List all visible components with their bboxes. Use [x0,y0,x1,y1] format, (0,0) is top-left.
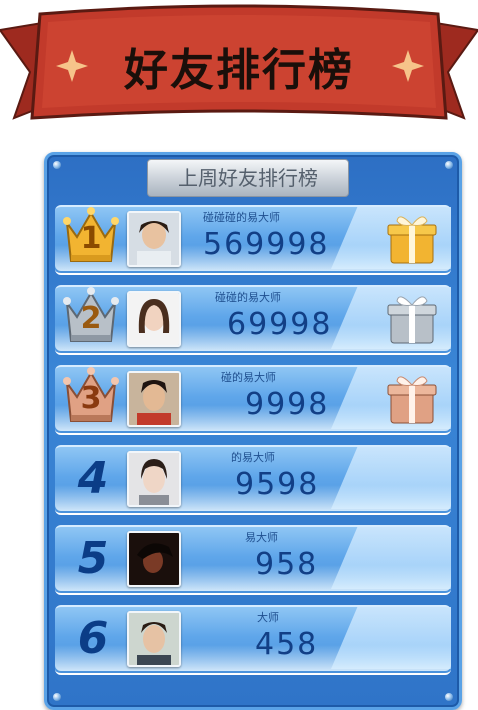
rank-row-6[interactable]: 6 大师 458 [55,605,451,675]
rank-row-3[interactable]: 3 碰的易大师 9998 [55,365,451,435]
player-name: 大师 [257,611,279,624]
board-title: 上周好友排行榜 [147,159,349,197]
header-banner: 好友排行榜 [0,0,478,140]
rank-number: 1 [80,221,102,256]
rank-number: 3 [80,381,102,416]
avatar[interactable] [127,611,181,667]
player-name: 碰碰的易大师 [215,291,281,304]
player-name: 碰碰碰的易大师 [203,211,280,224]
leaderboard-panel: 上周好友排行榜 1 碰碰碰的易大师 569998 2 碰碰的易大师 69998 … [44,152,462,710]
player-score: 958 [255,547,319,582]
rivet-icon [53,693,61,701]
player-name: 碰的易大师 [221,371,276,384]
rank-number: 5 [77,533,109,584]
rivet-icon [445,693,453,701]
gold-gift-icon[interactable] [383,209,441,267]
silver-gift-icon[interactable] [383,289,441,347]
player-score: 458 [255,627,319,662]
rank-row-2[interactable]: 2 碰碰的易大师 69998 [55,285,451,355]
avatar[interactable] [127,531,181,587]
player-score: 9998 [245,387,330,422]
rank-row-1[interactable]: 1 碰碰碰的易大师 569998 [55,205,451,275]
bronze-gift-icon[interactable] [383,369,441,427]
player-score: 9598 [235,467,320,502]
banner-title: 好友排行榜 [124,45,354,96]
rivet-icon [445,161,453,169]
avatar[interactable] [127,211,181,267]
rank-number: 2 [80,301,102,336]
avatar[interactable] [127,451,181,507]
player-score: 569998 [203,227,330,262]
rank-row-5[interactable]: 5 易大师 958 [55,525,451,595]
rivet-icon [53,161,61,169]
rank-number: 4 [77,453,109,504]
rank-row-4[interactable]: 4 的易大师 9598 [55,445,451,515]
player-score: 69998 [227,307,333,342]
avatar[interactable] [127,371,181,427]
player-name: 的易大师 [231,451,275,464]
player-name: 易大师 [245,531,278,544]
rank-number: 6 [77,613,109,664]
avatar[interactable] [127,291,181,347]
